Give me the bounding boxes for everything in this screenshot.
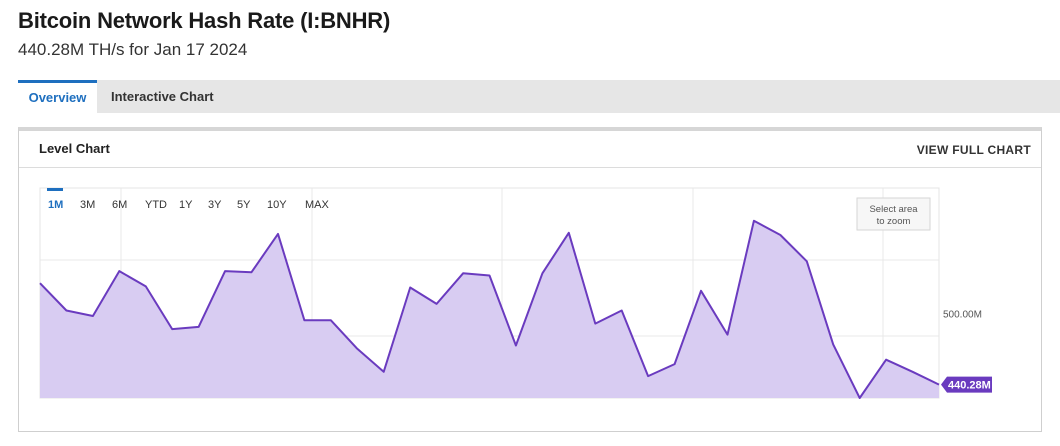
last-value-label: 440.28M bbox=[948, 380, 991, 392]
y-tick-label: 500.00M bbox=[943, 309, 982, 320]
hash-rate-chart[interactable]: 500.00M 440.28M 1M 3M 6M YTD 1Y 3Y 5Y 10Y MAX Selec… bbox=[19, 131, 1041, 431]
zoom-hint-text: Select area bbox=[869, 204, 918, 215]
range-button-1m[interactable]: 1M bbox=[48, 199, 63, 211]
range-button-3y[interactable]: 3Y bbox=[208, 199, 222, 211]
page-title: Bitcoin Network Hash Rate (I:BNHR) bbox=[18, 8, 391, 33]
level-chart-panel: Level Chart VIEW FULL CHART 500.00M 440.2… bbox=[18, 127, 1042, 432]
range-button-5y[interactable]: 5Y bbox=[237, 199, 251, 211]
tab-bar: Overview Interactive Chart bbox=[18, 80, 1060, 113]
range-button-max[interactable]: MAX bbox=[305, 199, 330, 211]
range-button-10y[interactable]: 10Y bbox=[267, 199, 287, 211]
range-button-ytd[interactable]: YTD bbox=[145, 199, 167, 211]
tab-interactive-chart[interactable]: Interactive Chart bbox=[111, 80, 214, 113]
range-button-1y[interactable]: 1Y bbox=[179, 199, 193, 211]
range-button-6m[interactable]: 6M bbox=[112, 199, 127, 211]
tab-overview[interactable]: Overview bbox=[18, 80, 97, 113]
page-subtitle: 440.28M TH/s for Jan 17 2024 bbox=[18, 40, 248, 59]
zoom-hint-text: to zoom bbox=[877, 216, 911, 227]
range-selected-indicator bbox=[47, 188, 63, 191]
range-button-3m[interactable]: 3M bbox=[80, 199, 95, 211]
